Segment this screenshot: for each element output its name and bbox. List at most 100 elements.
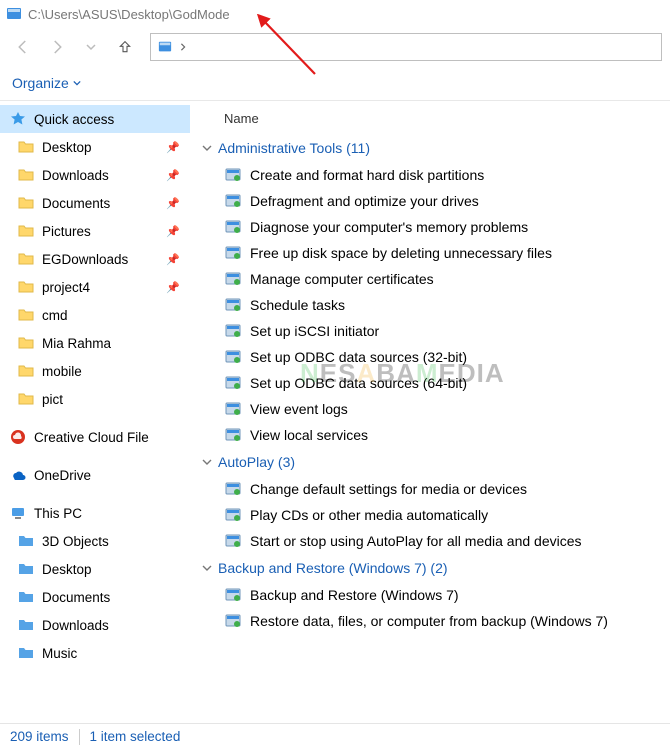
sidebar-item-label: EGDownloads xyxy=(42,252,128,267)
content-pane[interactable]: Name Administrative Tools (11) Create and… xyxy=(190,101,670,723)
status-bar: 209 items 1 item selected xyxy=(0,723,670,749)
sidebar-item[interactable]: cmd xyxy=(0,301,190,329)
folder-icon xyxy=(18,167,34,183)
sidebar-item-label: cmd xyxy=(42,308,68,323)
forward-button[interactable] xyxy=(42,32,72,62)
folder-icon xyxy=(18,251,34,267)
organize-label: Organize xyxy=(12,75,69,91)
navigation-pane[interactable]: Quick access Desktop 📌 Downloads 📌 Docum… xyxy=(0,101,190,723)
sidebar-item[interactable]: Desktop 📌 xyxy=(0,133,190,161)
list-item[interactable]: Set up iSCSI initiator xyxy=(198,318,670,344)
sidebar-item-label: mobile xyxy=(42,364,82,379)
sidebar-item[interactable]: Downloads xyxy=(0,611,190,639)
sidebar-creative-cloud[interactable]: Creative Cloud File xyxy=(0,423,190,451)
group-header[interactable]: Backup and Restore (Windows 7) (2) xyxy=(198,554,670,582)
command-bar: Organize xyxy=(0,66,670,100)
chevron-right-icon xyxy=(179,43,187,51)
control-panel-icon xyxy=(157,40,173,54)
chevron-down-icon xyxy=(73,79,81,87)
sidebar-item-label: OneDrive xyxy=(34,468,91,483)
organize-button[interactable]: Organize xyxy=(12,75,81,91)
list-item[interactable]: Change default settings for media or dev… xyxy=(198,476,670,502)
list-item-label: Defragment and optimize your drives xyxy=(250,193,479,209)
list-item[interactable]: Free up disk space by deleting unnecessa… xyxy=(198,240,670,266)
creative-cloud-icon xyxy=(10,429,26,445)
sidebar-item-label: Downloads xyxy=(42,168,109,183)
control-panel-item-icon xyxy=(224,322,242,340)
control-panel-item-icon xyxy=(224,374,242,392)
status-selected: 1 item selected xyxy=(90,729,181,744)
folder-icon xyxy=(18,195,34,211)
sidebar-item[interactable]: 3D Objects xyxy=(0,527,190,555)
sidebar-item[interactable]: project4 📌 xyxy=(0,273,190,301)
back-button[interactable] xyxy=(8,32,38,62)
list-item-label: Set up ODBC data sources (32-bit) xyxy=(250,349,467,365)
list-item[interactable]: Set up ODBC data sources (64-bit) xyxy=(198,370,670,396)
control-panel-item-icon xyxy=(224,296,242,314)
folder-icon xyxy=(18,533,34,549)
group-header[interactable]: AutoPlay (3) xyxy=(198,448,670,476)
folder-icon xyxy=(18,307,34,323)
group-header[interactable]: Administrative Tools (11) xyxy=(198,134,670,162)
sidebar-item[interactable]: Downloads 📌 xyxy=(0,161,190,189)
list-item-label: Set up ODBC data sources (64-bit) xyxy=(250,375,467,391)
list-item[interactable]: Manage computer certificates xyxy=(198,266,670,292)
list-item-label: Diagnose your computer's memory problems xyxy=(250,219,528,235)
sidebar-quick-access[interactable]: Quick access xyxy=(0,105,190,133)
list-item-label: Backup and Restore (Windows 7) xyxy=(250,587,459,603)
list-item[interactable]: Restore data, files, or computer from ba… xyxy=(198,608,670,634)
list-item[interactable]: Create and format hard disk partitions xyxy=(198,162,670,188)
sidebar-this-pc[interactable]: This PC xyxy=(0,499,190,527)
list-item[interactable]: Defragment and optimize your drives xyxy=(198,188,670,214)
sidebar-item-label: Desktop xyxy=(42,562,92,577)
sidebar-item[interactable]: EGDownloads 📌 xyxy=(0,245,190,273)
divider xyxy=(79,729,80,745)
list-item[interactable]: Schedule tasks xyxy=(198,292,670,318)
folder-icon xyxy=(18,391,34,407)
chevron-down-icon xyxy=(202,457,212,467)
control-panel-item-icon xyxy=(224,506,242,524)
column-header-name[interactable]: Name xyxy=(198,107,670,134)
sidebar-item-label: Desktop xyxy=(42,140,92,155)
list-item[interactable]: Play CDs or other media automatically xyxy=(198,502,670,528)
pin-icon: 📌 xyxy=(166,225,180,238)
sidebar-onedrive[interactable]: OneDrive xyxy=(0,461,190,489)
sidebar-item[interactable]: Music xyxy=(0,639,190,667)
list-item[interactable]: View event logs xyxy=(198,396,670,422)
sidebar-item-label: 3D Objects xyxy=(42,534,109,549)
sidebar-item-label: Downloads xyxy=(42,618,109,633)
navigation-bar xyxy=(0,28,670,66)
sidebar-item[interactable]: mobile xyxy=(0,357,190,385)
control-panel-item-icon xyxy=(224,612,242,630)
pin-icon: 📌 xyxy=(166,169,180,182)
title-path: C:\Users\ASUS\Desktop\GodMode xyxy=(28,7,230,22)
list-item[interactable]: Diagnose your computer's memory problems xyxy=(198,214,670,240)
sidebar-item[interactable]: pict xyxy=(0,385,190,413)
sidebar-item-label: Music xyxy=(42,646,77,661)
list-item[interactable]: Backup and Restore (Windows 7) xyxy=(198,582,670,608)
control-panel-item-icon xyxy=(224,244,242,262)
group-title: Administrative Tools (11) xyxy=(218,140,370,156)
control-panel-item-icon xyxy=(224,426,242,444)
folder-icon xyxy=(18,617,34,633)
control-panel-item-icon xyxy=(224,400,242,418)
sidebar-item[interactable]: Pictures 📌 xyxy=(0,217,190,245)
list-item-label: Manage computer certificates xyxy=(250,271,434,287)
list-item[interactable]: Set up ODBC data sources (32-bit) xyxy=(198,344,670,370)
address-bar[interactable] xyxy=(150,33,662,61)
list-item[interactable]: View local services xyxy=(198,422,670,448)
list-item-label: Free up disk space by deleting unnecessa… xyxy=(250,245,552,261)
control-panel-item-icon xyxy=(224,192,242,210)
control-panel-item-icon xyxy=(224,270,242,288)
sidebar-item[interactable]: Documents 📌 xyxy=(0,189,190,217)
up-button[interactable] xyxy=(110,32,140,62)
control-panel-item-icon xyxy=(224,532,242,550)
sidebar-item[interactable]: Mia Rahma xyxy=(0,329,190,357)
pin-icon: 📌 xyxy=(166,281,180,294)
sidebar-item[interactable]: Documents xyxy=(0,583,190,611)
sidebar-item-label: Mia Rahma xyxy=(42,336,111,351)
sidebar-item[interactable]: Desktop xyxy=(0,555,190,583)
sidebar-item-label: Pictures xyxy=(42,224,91,239)
history-dropdown[interactable] xyxy=(76,32,106,62)
list-item[interactable]: Start or stop using AutoPlay for all med… xyxy=(198,528,670,554)
